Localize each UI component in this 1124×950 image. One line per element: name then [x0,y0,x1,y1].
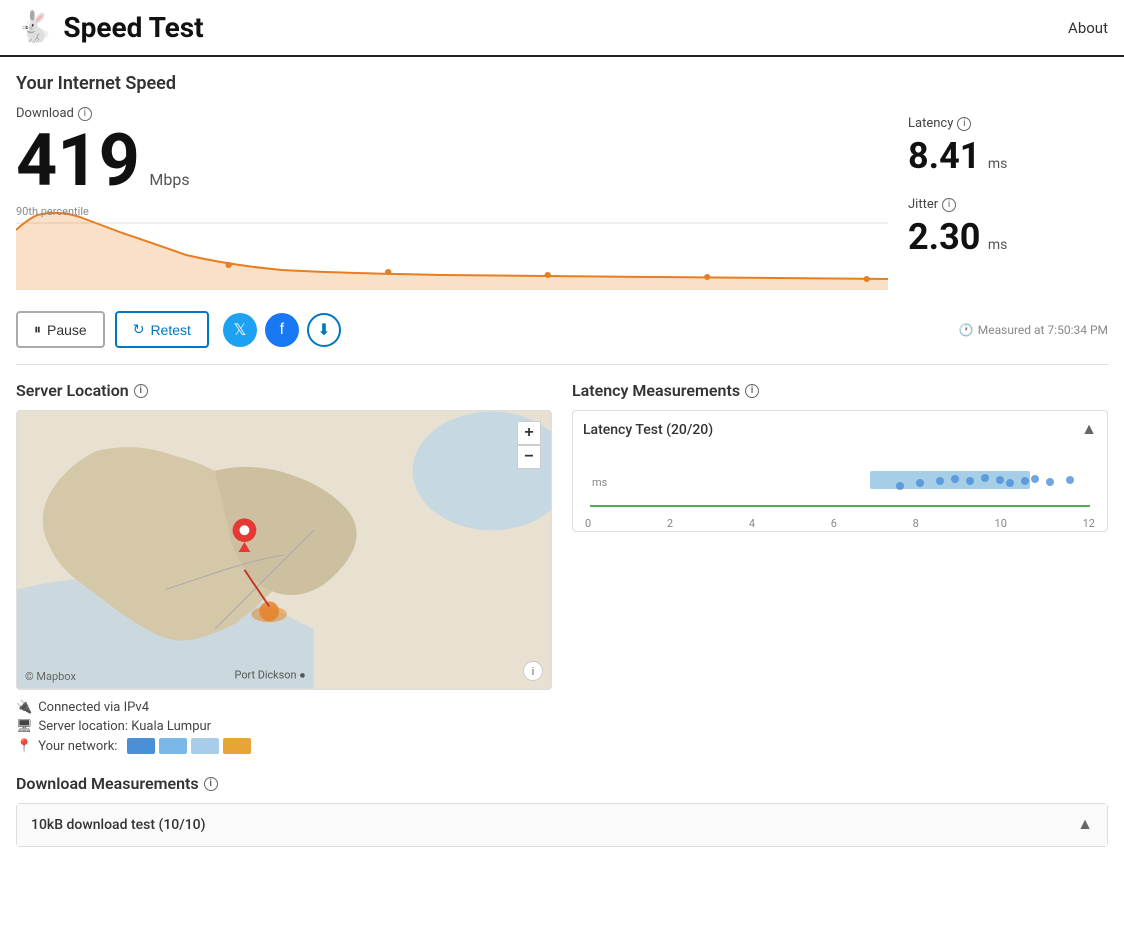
download-test-header[interactable]: 10kB download test (10/10) ▲ [17,804,1107,846]
network-icon: 🔌 [16,700,32,715]
latency-value-row: 8.41 ms [908,135,1108,177]
download-value: 419 [16,118,140,203]
download-panel: Download i 419 Mbps 90th percentile [16,106,888,295]
download-label: Download i [16,106,888,121]
latency-test-header: Latency Test (20/20) ▲ [583,421,1097,439]
social-buttons: 𝕏 f ⬇ [223,313,341,347]
zoom-in-button[interactable]: + [517,421,541,445]
latency-test-box: Latency Test (20/20) ▲ [572,410,1108,532]
retest-button[interactable]: ↻ Retest [115,311,209,348]
clock-icon: 🕐 [959,323,974,337]
download-test-title: 10kB download test (10/10) [31,817,206,833]
facebook-button[interactable]: f [265,313,299,347]
share-download-button[interactable]: ⬇ [307,313,341,347]
connected-via-label: Connected via IPv4 [38,700,149,715]
app-header: 🐇 Speed Test About [0,0,1124,57]
latency-chart-svg: ms [583,451,1097,511]
latency-test-title: Latency Test (20/20) [583,422,713,438]
latency-measurements-panel: Latency Measurements i Latency Test (20/… [572,381,1108,758]
zoom-out-button[interactable]: − [517,445,541,469]
latency-measurements-info-icon[interactable]: i [745,384,759,398]
color-block-3 [191,738,219,754]
jitter-value-row: 2.30 ms [908,216,1108,258]
server-location-header: Server Location i [16,381,552,400]
pause-button[interactable]: ⏸ Pause [16,311,105,348]
map-info-button[interactable]: i [523,661,543,681]
jitter-value: 2.30 [908,216,980,258]
download-unit: Mbps [149,170,189,189]
percentile-label: 90th percentile [16,205,89,218]
bottom-grid: Server Location i [16,381,1108,758]
connected-via-row: 🔌 Connected via IPv4 [16,700,552,715]
latency-info-icon[interactable]: i [957,117,971,131]
svg-text:ms: ms [592,476,608,489]
server-location-panel: Server Location i [16,381,552,758]
download-value-row: 419 Mbps [16,125,888,197]
about-link[interactable]: About [1068,19,1108,37]
latency-metric: Latency i 8.41 ms [908,116,1108,177]
app-icon: 🐇 [16,10,53,45]
your-network-label: Your network: [38,739,117,754]
jitter-metric: Jitter i 2.30 ms [908,197,1108,258]
svg-text:Port Dickson ●: Port Dickson ● [235,669,306,682]
latency-jitter-panel: Latency i 8.41 ms Jitter i 2.30 ms [908,106,1108,295]
internet-speed-title: Your Internet Speed [16,73,1108,94]
measured-at: 🕐 Measured at 7:50:34 PM [959,323,1108,337]
main-content: Your Internet Speed Download i 419 Mbps … [0,57,1124,863]
latency-measurements-header: Latency Measurements i [572,381,1108,400]
color-block-1 [127,738,155,754]
your-network-row: 📍 Your network: [16,738,552,754]
app-title: Speed Test [63,11,203,44]
latency-value: 8.41 [908,135,980,177]
download-test-collapsible: 10kB download test (10/10) ▲ [16,803,1108,847]
map-container: Port Dickson ● © Mapbox + − i [16,410,552,690]
server-icon: 🖥 [16,719,33,734]
server-details: 🔌 Connected via IPv4 🖥 Server location: … [16,700,552,754]
mapbox-label: © Mapbox [25,670,76,683]
jitter-unit: ms [988,237,1008,253]
pause-icon: ⏸ [34,321,41,338]
download-measurements-header: Download Measurements i [16,774,1108,793]
download-collapse-button[interactable]: ▲ [1077,816,1093,834]
map-zoom-controls: + − [517,421,541,469]
latency-collapse-button[interactable]: ▲ [1081,421,1097,439]
latency-unit: ms [988,156,1008,172]
twitter-button[interactable]: 𝕏 [223,313,257,347]
map-svg: Port Dickson ● [17,411,551,689]
color-block-2 [159,738,187,754]
header-left: 🐇 Speed Test [16,10,204,45]
latency-chart: ms 0 2 4 6 8 10 12 [583,451,1097,521]
retest-icon: ↻ [133,321,145,338]
download-measurements-info-icon[interactable]: i [204,777,218,791]
speed-chart-container: 90th percentile [16,205,888,295]
latency-axis: 0 2 4 6 8 10 12 [583,517,1097,530]
download-measurements-section: Download Measurements i 10kB download te… [16,774,1108,847]
location-icon: 📍 [16,739,32,754]
jitter-info-icon[interactable]: i [942,198,956,212]
network-color-blocks [127,738,251,754]
jitter-label: Jitter i [908,197,1108,212]
speed-chart [16,205,888,295]
server-location-label: Server location: Kuala Lumpur [39,719,212,734]
server-location-info-icon[interactable]: i [134,384,148,398]
speed-section: Download i 419 Mbps 90th percentile [16,106,1108,295]
controls-bar: ⏸ Pause ↻ Retest 𝕏 f ⬇ 🕐 Measured at 7:5… [16,311,1108,365]
color-block-4 [223,738,251,754]
latency-label: Latency i [908,116,1108,131]
server-location-row: 🖥 Server location: Kuala Lumpur [16,719,552,734]
